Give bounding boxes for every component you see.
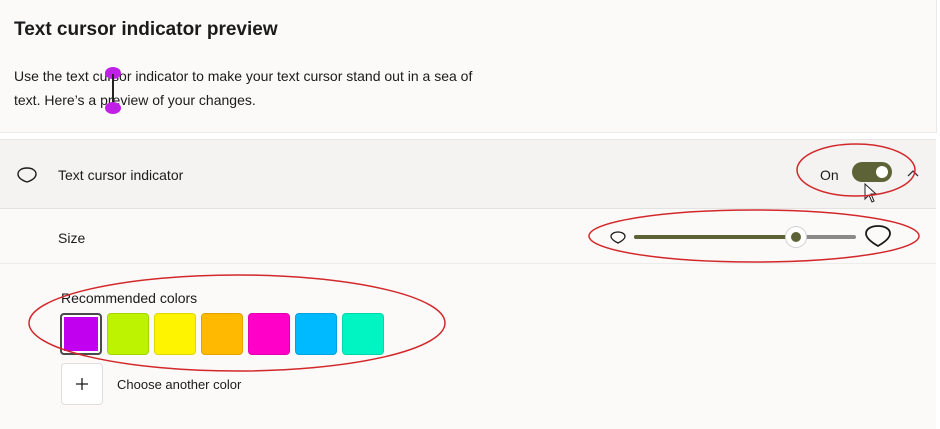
choose-another-color-button[interactable] <box>61 363 103 405</box>
preview-card: Text cursor indicator preview Use the te… <box>0 0 937 133</box>
color-swatch[interactable] <box>154 313 196 355</box>
color-swatch[interactable] <box>107 313 149 355</box>
large-size-icon <box>865 225 891 248</box>
choose-another-color-label[interactable]: Choose another color <box>117 377 241 392</box>
text-cursor-indicator-row[interactable]: Text cursor indicator On <box>0 139 936 209</box>
toggle-knob <box>876 166 888 178</box>
text-cursor-indicator-preview <box>105 67 121 114</box>
color-swatch[interactable] <box>342 313 384 355</box>
recommended-colors-heading: Recommended colors <box>61 290 198 306</box>
slider-fill <box>634 235 797 239</box>
slider-thumb[interactable] <box>786 227 807 247</box>
toggle-state-label: On <box>820 167 839 183</box>
color-swatch[interactable] <box>201 313 243 355</box>
color-swatch[interactable] <box>295 313 337 355</box>
chevron-up-icon[interactable] <box>906 168 920 178</box>
page-title: Text cursor indicator preview <box>14 19 278 40</box>
size-label: Size <box>58 230 86 246</box>
color-swatch[interactable] <box>60 313 102 355</box>
size-slider[interactable] <box>634 227 856 247</box>
color-swatch[interactable] <box>248 313 290 355</box>
size-row: Size <box>0 209 936 264</box>
recommended-colors-section: Recommended colors Choose another color <box>0 264 936 429</box>
mouse-pointer-icon <box>864 183 878 203</box>
small-size-icon <box>610 231 626 244</box>
text-cursor-indicator-label: Text cursor indicator <box>58 167 184 183</box>
preview-description: Use the text cursor indicator to make yo… <box>14 68 473 108</box>
cursor-indicator-icon <box>17 167 37 183</box>
color-swatches <box>60 313 384 355</box>
plus-icon <box>76 378 88 390</box>
text-cursor-indicator-toggle[interactable] <box>852 162 892 182</box>
